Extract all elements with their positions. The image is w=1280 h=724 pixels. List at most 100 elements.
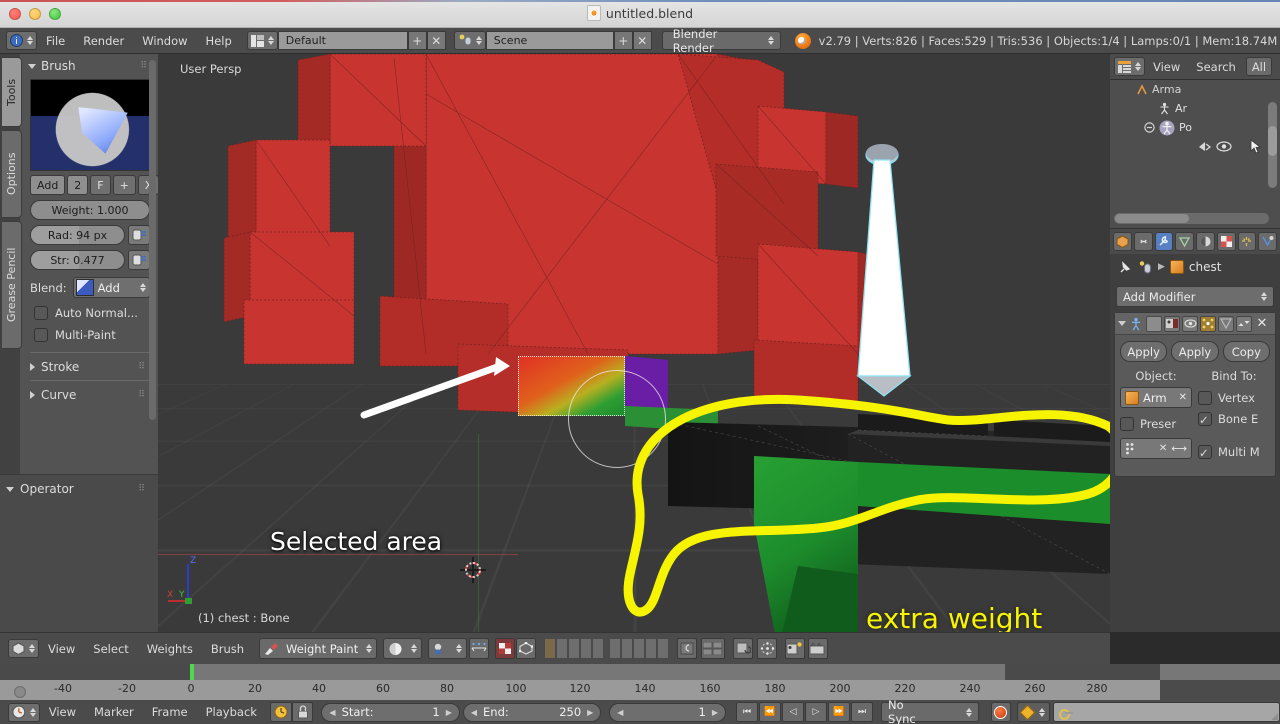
screen-layout-add-button[interactable]: + [407,31,427,50]
outliner-row-pose[interactable]: Po [1110,118,1280,137]
multi-paint-checkbox[interactable] [34,328,48,342]
current-frame-inc-icon[interactable]: ▶ [712,708,718,717]
tab-modifiers[interactable] [1154,232,1174,251]
tab-material[interactable] [1196,232,1215,251]
lock-time-to-other-windows-icon[interactable] [291,702,314,722]
timeline-menu-playback[interactable]: Playback [197,705,266,719]
layer-cell[interactable] [568,638,581,659]
outliner-row-visibility[interactable] [1110,137,1280,156]
auto-normalize-checkbox[interactable] [34,306,48,320]
outliner-editor-type-icon[interactable] [1114,57,1145,76]
timeline-editor-type-icon[interactable] [8,702,40,722]
current-frame-field[interactable]: ◀ 1 ▶ [609,702,727,722]
render-animation-icon[interactable] [808,638,829,659]
proportional-edit-icon[interactable] [677,638,698,659]
render-image-icon[interactable] [785,638,806,659]
weight-slider[interactable]: Weight: 1.000 [30,200,150,220]
timeline-playhead[interactable] [190,664,194,680]
outliner-row-armature-data[interactable]: Ar [1110,99,1280,118]
start-frame-inc-icon[interactable]: ▶ [446,708,452,717]
modifier-show-render-icon[interactable] [1164,315,1180,332]
outliner-menu-search[interactable]: Search [1188,60,1244,74]
layer-grid-small[interactable] [701,638,726,659]
radius-pressure-icon[interactable] [128,225,150,245]
viewport-menu-view[interactable]: View [39,642,84,656]
active-keying-set-field[interactable] [1052,702,1280,722]
layer-cell[interactable] [592,638,605,659]
current-frame-dec-icon[interactable]: ◀ [617,708,623,717]
strength-pressure-icon[interactable] [128,250,150,270]
snap-during-transform-icon[interactable] [469,638,490,659]
jump-to-end-button[interactable]: ⏭ [851,702,874,722]
play-button[interactable]: ▷ [805,702,828,722]
layer-cell[interactable] [580,638,593,659]
scene-delete-button[interactable]: ✕ [632,31,652,50]
tab-grease-pencil[interactable]: Grease Pencil [2,221,22,349]
modifier-invert-vertex-group-icon[interactable]: ⟷ [1171,442,1187,455]
outliner-menu-view[interactable]: View [1145,60,1188,74]
blend-select[interactable]: Add [72,277,150,298]
play-reverse-button[interactable]: ◁ [782,702,805,722]
screen-layout-field[interactable]: Default [277,31,408,50]
modifier-show-viewport-icon[interactable] [1182,315,1198,332]
screen-layout-delete-button[interactable]: ✕ [426,31,446,50]
modifier-apply-button[interactable]: Apply [1120,341,1168,362]
modifier-collapse-icon[interactable] [1118,321,1126,326]
window-resize-grip[interactable]: ◢ [1271,712,1278,722]
timeline-scroll-knob[interactable] [14,686,26,698]
scene-icon[interactable] [453,31,486,50]
curve-section-header[interactable]: Curve ⠿ [22,381,158,408]
end-frame-dec-icon[interactable]: ◀ [471,708,477,717]
modifier-multi-modifier-row[interactable]: ✓ Multi M [1198,441,1270,462]
tab-object[interactable] [1113,232,1132,251]
tab-options[interactable]: Options [2,130,22,218]
face-select-masking-icon[interactable] [495,638,516,659]
jump-to-start-button[interactable]: ⏮ [736,702,759,722]
strength-slider[interactable]: Str: 0.477 [30,250,125,270]
layer-cell[interactable] [544,638,557,659]
viewport-shading-select[interactable] [383,638,423,659]
modifier-vertex-groups-row[interactable]: Vertex [1198,387,1270,408]
timeline-menu-frame[interactable]: Frame [143,705,197,719]
copy-rotation-icon[interactable] [733,638,754,659]
end-frame-inc-icon[interactable]: ▶ [587,708,593,717]
start-frame-dec-icon[interactable]: ◀ [329,708,335,717]
modifier-multi-modifier-checkbox[interactable]: ✓ [1198,444,1212,460]
scene-field[interactable]: Scene [485,31,614,50]
stroke-section-header[interactable]: Stroke ⠿ [22,353,158,380]
tab-constraints[interactable] [1133,232,1153,251]
outliner-row-armature[interactable]: Arma [1110,80,1280,99]
brush-name-button[interactable]: Add [30,175,66,195]
layer-cell[interactable] [621,638,634,659]
3d-viewport[interactable]: Selected area extra weight painting User… [158,54,1110,632]
layer-cell[interactable] [645,638,658,659]
render-engine-select[interactable]: Blender Render [661,27,781,55]
screen-layout-icon[interactable] [246,31,278,50]
vertex-cloud-icon[interactable] [757,638,778,659]
viewport-menu-select[interactable]: Select [84,642,137,656]
menu-help[interactable]: Help [197,28,241,54]
outliner-vertical-scrollbar[interactable] [1268,102,1277,188]
modifier-armature-unlink-icon[interactable]: ✕ [1179,392,1187,403]
brush-preview[interactable] [30,79,150,171]
modifier-show-edit-mode-icon[interactable] [1200,315,1216,332]
tab-texture[interactable] [1216,232,1236,251]
eye-icon[interactable] [1216,140,1232,153]
add-modifier-button[interactable]: Add Modifier [1116,286,1274,307]
radius-slider[interactable]: Rad: 94 px [30,225,125,245]
modifier-preserve-row[interactable]: Preser [1120,413,1192,434]
modifier-vertex-groups-checkbox[interactable] [1198,390,1212,405]
modifier-copy-button[interactable]: Copy [1222,341,1270,362]
modifier-vertex-group-field[interactable]: ✕ ⟷ [1120,438,1192,459]
modifier-delete-icon[interactable]: ✕ [1254,316,1270,332]
menu-render[interactable]: Render [74,28,133,54]
tool-shelf-scrollbar[interactable] [149,60,156,420]
brush-panel-header[interactable]: Brush ⠿ [22,54,158,77]
outliner-filter-all[interactable]: All [1245,57,1273,76]
end-frame-field[interactable]: ◀ End: 250 ▶ [462,702,602,722]
vertex-select-masking-icon[interactable] [516,638,537,659]
modifier-move-up-down-icon[interactable] [1236,315,1252,332]
outliner[interactable]: Arma Ar Po [1110,80,1280,228]
layer-cell[interactable] [609,638,622,659]
modifier-bone-envelopes-checkbox[interactable]: ✓ [1198,411,1212,427]
